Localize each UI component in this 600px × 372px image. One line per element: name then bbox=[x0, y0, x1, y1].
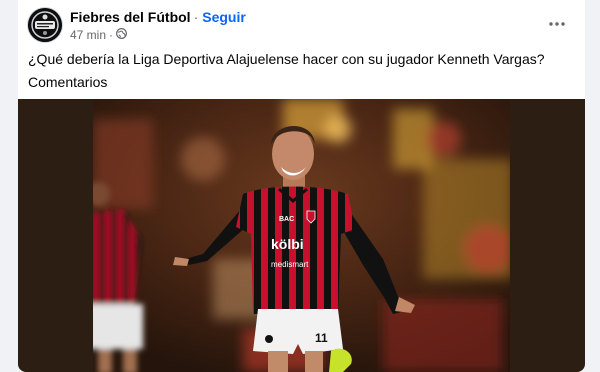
follow-button[interactable]: Seguir bbox=[202, 9, 246, 25]
jersey-sponsor: kölbi bbox=[271, 236, 304, 252]
meta-separator: · bbox=[109, 28, 114, 42]
post-card: Fiebres del Fútbol · Seguir 47 min · ¿Qué … bbox=[18, 0, 585, 372]
post-timestamp[interactable]: 47 min bbox=[70, 28, 106, 42]
post-meta: 47 min · bbox=[70, 28, 127, 42]
more-horizontal-icon bbox=[549, 22, 565, 26]
post-photo[interactable]: kölbi medismart BAC 11 bbox=[93, 99, 510, 372]
name-separator: · bbox=[193, 9, 199, 25]
globe-icon bbox=[116, 28, 127, 42]
post-text: ¿Qué debería la Liga Deportiva Alajuelen… bbox=[28, 51, 545, 67]
shorts-number: 11 bbox=[315, 331, 328, 345]
jersey-sponsor-2: medismart bbox=[271, 260, 309, 269]
post-header: Fiebres del Fútbol · Seguir 47 min · bbox=[28, 8, 575, 44]
jersey-chest: BAC bbox=[279, 216, 294, 223]
page-name-link[interactable]: Fiebres del Fútbol bbox=[70, 9, 191, 25]
more-options-button[interactable] bbox=[543, 10, 571, 38]
page-avatar[interactable] bbox=[28, 8, 62, 42]
page-name-line: Fiebres del Fútbol · Seguir bbox=[70, 9, 246, 25]
post-media[interactable]: kölbi medismart BAC 11 bbox=[18, 99, 585, 372]
post-text-comments: Comentarios bbox=[28, 74, 108, 90]
